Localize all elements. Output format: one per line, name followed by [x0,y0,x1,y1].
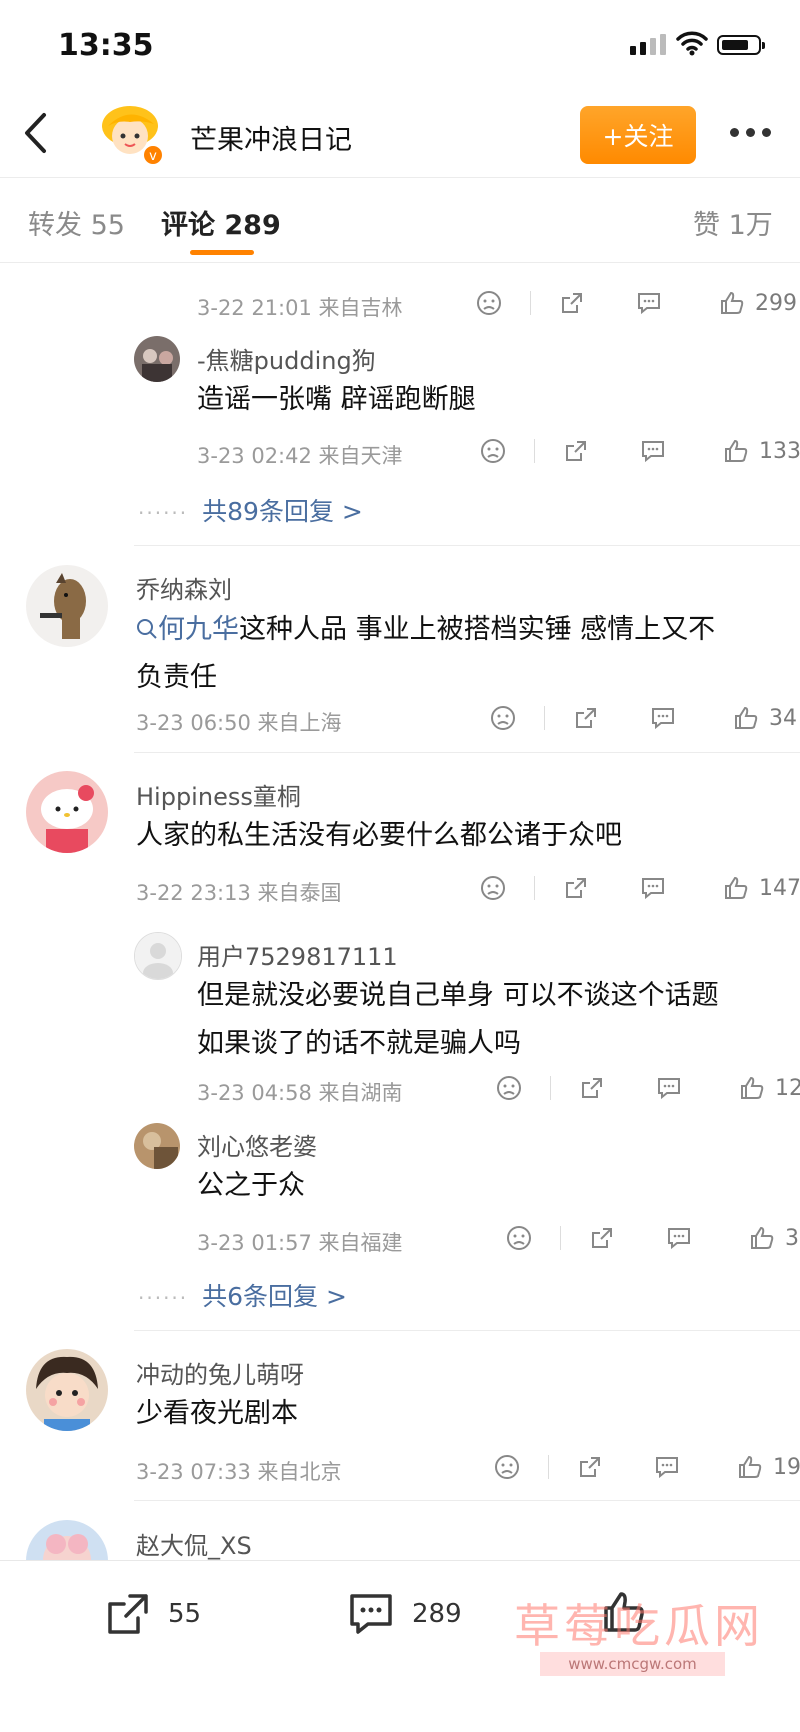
comment-text: 何九华这种人品 事业上被搭档实锤 感情上又不 负责任 [136,614,716,693]
comment-meta: 3-23 07:33 来自北京 [136,1460,342,1484]
username[interactable]: 乔纳森刘 [136,570,232,605]
avatar[interactable] [134,1123,180,1169]
like-icon[interactable] [733,705,759,731]
comment-meta: 3-22 23:13 来自泰国 [136,881,342,905]
like-icon[interactable] [719,290,745,316]
share-icon[interactable] [563,438,589,464]
comment-actions: 12 [496,1075,800,1101]
comment-meta: 3-23 04:58 来自湖南 [197,1081,403,1105]
comment-text: 但是就没必要说自己单身 可以不谈这个话题 如果谈了的话不就是骗人吗 [197,980,719,1059]
battery-icon [717,35,765,55]
cellular-signal-icon [630,34,666,55]
like-count: 133 [759,438,800,464]
reply-icon[interactable] [649,705,677,731]
account-name[interactable]: 芒果冲浪日记 [190,118,352,157]
follow-button[interactable]: +关注 [580,106,696,164]
comment-meta: 3-23 02:42 来自天津 [197,444,403,468]
username[interactable]: 刘心悠老婆 [197,1127,317,1162]
comment-text: 造谣一张嘴 辟谣跑断腿 [197,384,476,415]
avatar[interactable] [26,1349,108,1431]
watermark-title: 草莓吃瓜网 [514,1599,764,1653]
dislike-face-icon[interactable] [480,438,506,464]
comment-text: 公之于众 [197,1170,305,1201]
like-count: 147 [759,875,800,901]
username[interactable]: Hippiness童桐 [136,777,301,812]
dislike-face-icon[interactable] [494,1454,520,1480]
comment-divider [134,1330,800,1331]
tabs-divider [0,262,800,263]
avatar[interactable] [26,771,108,853]
share-icon[interactable] [563,875,589,901]
comment-icon [350,1594,392,1634]
like-count: 299 [755,290,797,316]
like-count: 34 [769,705,797,731]
header-divider [0,177,800,178]
comment-actions: 299 [476,290,797,316]
share-icon[interactable] [559,290,585,316]
reply-icon[interactable] [639,438,667,464]
comment-actions: 147 [480,875,800,901]
share-icon[interactable] [577,1454,603,1480]
like-count: 19 [773,1454,800,1480]
like-count: 3 [785,1225,799,1251]
dislike-face-icon[interactable] [480,875,506,901]
reply-icon[interactable] [655,1075,683,1101]
comment-divider [134,1500,800,1501]
comment-meta: 3-23 06:50 来自上海 [136,711,342,735]
comment-actions: 19 [494,1454,800,1480]
comment-actions: 34 [490,705,797,731]
reply-icon[interactable] [639,875,667,901]
like-icon[interactable] [737,1454,763,1480]
like-icon[interactable] [739,1075,765,1101]
more-replies-link[interactable]: ······ 共89条回复 > [138,492,363,528]
comment-button[interactable]: 289 [346,1590,462,1638]
more-replies-link[interactable]: ······ 共6条回复 > [138,1277,347,1313]
comment-meta: 3-22 21:01 来自吉林 [197,296,403,320]
reply-icon[interactable] [635,290,663,316]
tab-likes[interactable]: 赞 1万 [693,203,773,242]
dislike-face-icon[interactable] [496,1075,522,1101]
comment-actions: 3 [506,1225,799,1251]
back-arrow-icon[interactable] [22,112,48,154]
share-icon[interactable] [589,1225,615,1251]
active-tab-indicator [190,250,254,255]
like-icon[interactable] [723,438,749,464]
account-avatar[interactable]: v [98,100,168,170]
svg-text:v: v [149,149,157,164]
share-icon[interactable] [579,1075,605,1101]
comment-divider [134,752,800,753]
username[interactable]: 赵大侃_XS [136,1526,252,1561]
mention-link[interactable]: 何九华 [136,614,239,645]
repost-button[interactable]: 55 [104,1590,201,1638]
tab-comments[interactable]: 评论 289 [161,203,281,242]
dislike-face-icon[interactable] [490,705,516,731]
tab-repost[interactable]: 转发 55 [28,203,125,242]
like-icon[interactable] [749,1225,775,1251]
more-options-icon[interactable] [730,128,771,137]
like-count: 12 [775,1075,800,1101]
status-time: 13:35 [58,28,154,63]
reply-icon[interactable] [665,1225,693,1251]
username[interactable]: -焦糖pudding狗 [197,341,376,376]
comment-text: 人家的私生活没有必要什么都公诸于众吧 [136,820,622,851]
dislike-face-icon[interactable] [476,290,502,316]
like-icon[interactable] [723,875,749,901]
wifi-icon [676,31,708,56]
dislike-face-icon[interactable] [506,1225,532,1251]
avatar[interactable] [134,336,180,382]
share-icon[interactable] [573,705,599,731]
username[interactable]: 用户7529817111 [197,937,398,972]
comment-divider [134,545,800,546]
username[interactable]: 冲动的兔儿萌呀 [136,1355,304,1390]
share-icon [108,1594,148,1634]
watermark-url: www.cmcgw.com [540,1652,725,1676]
search-icon [137,619,157,639]
avatar[interactable] [26,565,108,647]
comment-text: 少看夜光剧本 [136,1398,298,1429]
comment-meta: 3-23 01:57 来自福建 [197,1231,403,1255]
avatar[interactable] [134,932,182,980]
reply-icon[interactable] [653,1454,681,1480]
comment-actions: 133 [480,438,800,464]
